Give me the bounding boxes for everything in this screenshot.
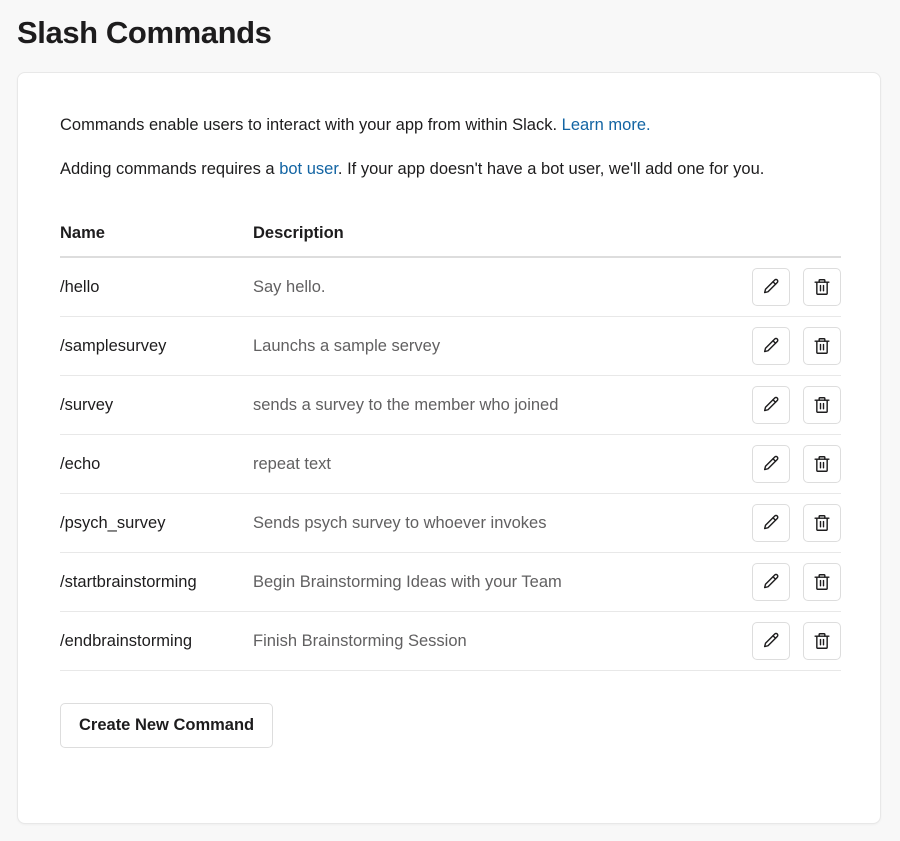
command-actions-cell bbox=[711, 375, 841, 435]
pencil-icon bbox=[761, 336, 781, 356]
command-name: /samplesurvey bbox=[60, 336, 167, 355]
command-description-cell: Finish Brainstorming Session bbox=[253, 611, 711, 671]
command-description: repeat text bbox=[253, 454, 331, 473]
command-description-cell: Launchs a sample servey bbox=[253, 316, 711, 376]
edit-command-button[interactable] bbox=[751, 386, 790, 424]
table-row: /hello Say hello. bbox=[60, 257, 841, 317]
delete-command-button[interactable] bbox=[803, 268, 841, 306]
command-name: /endbrainstorming bbox=[60, 631, 193, 650]
delete-command-button[interactable] bbox=[803, 563, 841, 601]
intro-paragraph-1: Commands enable users to interact with y… bbox=[60, 113, 838, 138]
table-row: /samplesurvey Launchs a sample servey bbox=[60, 316, 841, 376]
trash-icon bbox=[812, 395, 832, 415]
delete-command-button[interactable] bbox=[803, 445, 841, 483]
command-name-cell: /startbrainstorming bbox=[60, 552, 253, 612]
trash-icon bbox=[812, 631, 832, 651]
command-description: sends a survey to the member who joined bbox=[253, 395, 559, 414]
command-description-cell: Begin Brainstorming Ideas with your Team bbox=[253, 552, 711, 612]
table-header-row: Name Description bbox=[60, 224, 841, 258]
edit-command-button[interactable] bbox=[751, 563, 790, 601]
edit-command-button[interactable] bbox=[751, 622, 790, 660]
pencil-icon bbox=[761, 277, 781, 297]
command-description-cell: Say hello. bbox=[253, 257, 711, 317]
bot-user-link[interactable]: bot user bbox=[279, 160, 338, 178]
create-new-command-button[interactable]: Create New Command bbox=[60, 703, 274, 748]
command-description-cell: sends a survey to the member who joined bbox=[253, 375, 711, 435]
command-name-cell: /hello bbox=[60, 257, 253, 317]
page-title: Slash Commands bbox=[17, 15, 272, 50]
trash-icon bbox=[812, 336, 832, 356]
command-actions-cell bbox=[711, 316, 841, 376]
trash-icon bbox=[812, 572, 832, 592]
command-name-cell: /psych_survey bbox=[60, 493, 253, 553]
command-name-cell: /survey bbox=[60, 375, 253, 435]
command-description: Finish Brainstorming Session bbox=[253, 631, 467, 650]
column-header-description: Description bbox=[253, 224, 711, 258]
command-actions-cell bbox=[711, 552, 841, 612]
command-actions-cell bbox=[711, 257, 841, 317]
trash-icon bbox=[812, 513, 832, 533]
commands-table-head: Name Description bbox=[60, 224, 841, 258]
card-content: Commands enable users to interact with y… bbox=[18, 73, 880, 748]
pencil-icon bbox=[761, 395, 781, 415]
pencil-icon bbox=[761, 631, 781, 651]
edit-command-button[interactable] bbox=[751, 445, 790, 483]
table-row: /survey sends a survey to the member who… bbox=[60, 375, 841, 435]
delete-command-button[interactable] bbox=[803, 504, 841, 542]
command-description: Sends psych survey to whoever invokes bbox=[253, 513, 547, 532]
delete-command-button[interactable] bbox=[803, 622, 841, 660]
commands-table-body: /hello Say hello. /samplesurvey Launchs … bbox=[60, 257, 841, 671]
command-actions-cell bbox=[711, 434, 841, 494]
edit-command-button[interactable] bbox=[751, 327, 790, 365]
commands-table: Name Description /hello Say hello. /samp… bbox=[60, 224, 841, 671]
command-name: /hello bbox=[60, 277, 100, 296]
command-description: Say hello. bbox=[253, 277, 326, 296]
command-actions-cell bbox=[711, 493, 841, 553]
pencil-icon bbox=[761, 454, 781, 474]
delete-command-button[interactable] bbox=[803, 327, 841, 365]
intro-text-1: Commands enable users to interact with y… bbox=[60, 116, 562, 134]
learn-more-link[interactable]: Learn more. bbox=[562, 116, 651, 134]
table-row: /psych_survey Sends psych survey to whoe… bbox=[60, 493, 841, 553]
column-header-name: Name bbox=[60, 224, 253, 258]
delete-command-button[interactable] bbox=[803, 386, 841, 424]
intro-text-2a: Adding commands requires a bbox=[60, 160, 280, 178]
command-name: /survey bbox=[60, 395, 114, 414]
command-description-cell: Sends psych survey to whoever invokes bbox=[253, 493, 711, 553]
command-description: Begin Brainstorming Ideas with your Team bbox=[253, 572, 562, 591]
command-name-cell: /echo bbox=[60, 434, 253, 494]
command-actions-cell bbox=[711, 611, 841, 671]
table-row: /startbrainstorming Begin Brainstorming … bbox=[60, 552, 841, 612]
table-row: /endbrainstorming Finish Brainstorming S… bbox=[60, 611, 841, 671]
intro-text-2b: . If your app doesn't have a bot user, w… bbox=[337, 160, 765, 178]
command-name: /echo bbox=[60, 454, 101, 473]
edit-command-button[interactable] bbox=[751, 268, 790, 306]
command-name-cell: /samplesurvey bbox=[60, 316, 253, 376]
pencil-icon bbox=[761, 513, 781, 533]
command-description: Launchs a sample servey bbox=[253, 336, 441, 355]
intro-paragraph-2: Adding commands requires a bot user. If … bbox=[60, 157, 838, 182]
command-name: /startbrainstorming bbox=[60, 572, 197, 591]
table-row: /echo repeat text bbox=[60, 434, 841, 494]
edit-command-button[interactable] bbox=[751, 504, 790, 542]
column-header-actions bbox=[711, 224, 841, 258]
slash-commands-card: Commands enable users to interact with y… bbox=[17, 72, 881, 824]
trash-icon bbox=[812, 277, 832, 297]
command-name: /psych_survey bbox=[60, 513, 166, 532]
trash-icon bbox=[812, 454, 832, 474]
command-description-cell: repeat text bbox=[253, 434, 711, 494]
pencil-icon bbox=[761, 572, 781, 592]
command-name-cell: /endbrainstorming bbox=[60, 611, 253, 671]
